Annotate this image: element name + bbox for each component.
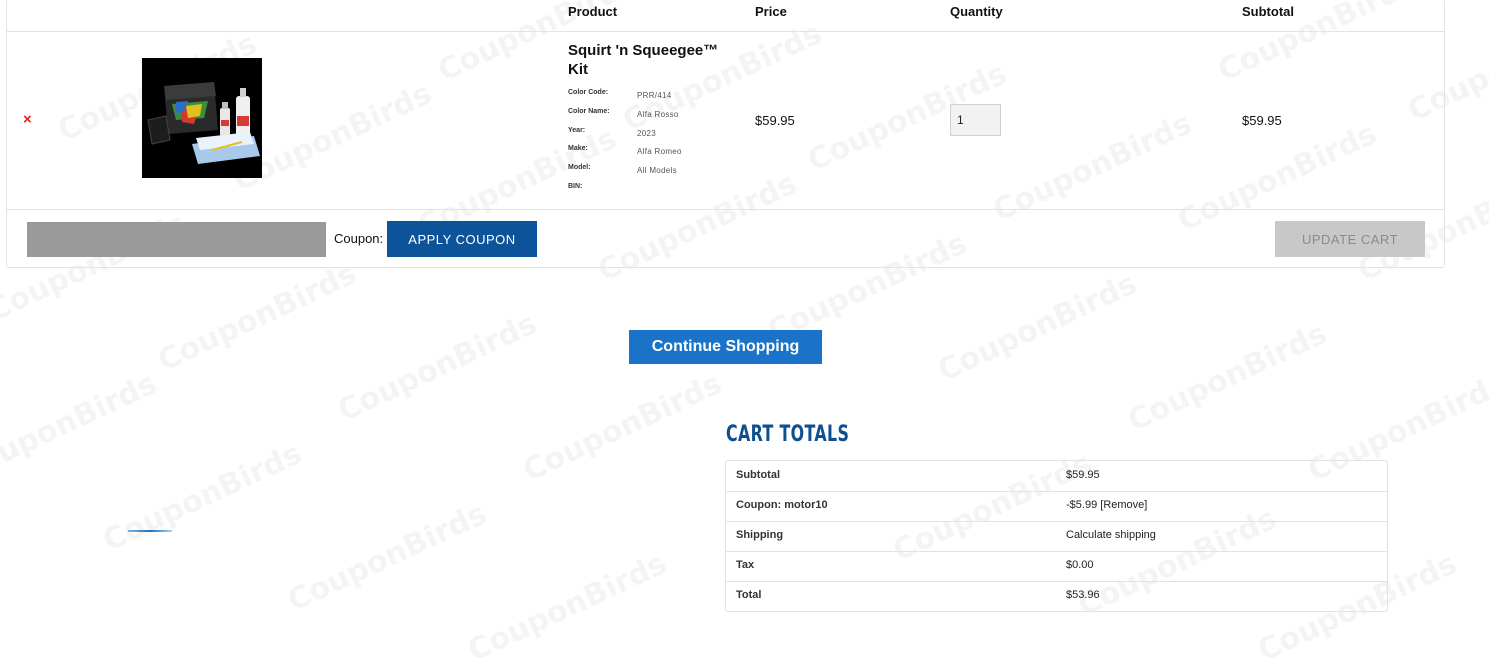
totals-label: Total bbox=[736, 589, 762, 601]
continue-shopping-button[interactable]: Continue Shopping bbox=[629, 330, 822, 364]
item-subtotal: $59.95 bbox=[1242, 113, 1282, 128]
coupon-discount-value: -$5.99 bbox=[1066, 499, 1098, 511]
attribute-key: BIN: bbox=[568, 182, 583, 190]
watermark: CouponBirds bbox=[518, 366, 727, 488]
totals-row-shipping: Shipping Calculate shipping bbox=[726, 521, 1387, 552]
totals-label: Coupon: motor10 bbox=[736, 499, 828, 511]
watermark: CouponBirds bbox=[283, 496, 492, 618]
column-header-product: Product bbox=[568, 4, 618, 19]
attribute-key: Make: bbox=[568, 145, 588, 153]
cart-table: Product Price Quantity Subtotal × Squirt… bbox=[6, 0, 1445, 268]
watermark: CouponBirds bbox=[463, 546, 672, 668]
watermark: CouponBirds bbox=[1123, 316, 1332, 438]
header-divider bbox=[7, 31, 1444, 32]
attribute-value: All Models bbox=[637, 166, 677, 176]
row-divider bbox=[7, 209, 1444, 210]
attribute-row: Model: All Models bbox=[568, 164, 748, 183]
watermark: CouponBirds bbox=[153, 256, 362, 378]
cart-totals-title: CART TOTALS bbox=[726, 422, 850, 447]
watermark: CouponBirds bbox=[0, 366, 162, 488]
totals-label: Subtotal bbox=[736, 469, 780, 481]
attribute-row: Year: 2023 bbox=[568, 127, 748, 146]
watermark: CouponBirds bbox=[933, 266, 1142, 388]
totals-value: -$5.99 [Remove] bbox=[1066, 499, 1147, 511]
attribute-row: Make: Alfa Romeo bbox=[568, 145, 748, 164]
apply-coupon-button[interactable]: APPLY COUPON bbox=[387, 221, 537, 257]
column-header-quantity: Quantity bbox=[950, 4, 1003, 19]
cart-totals-table: Subtotal $59.95 Coupon: motor10 -$5.99 [… bbox=[725, 460, 1388, 612]
attribute-row: Color Code: PRR/414 bbox=[568, 89, 748, 108]
attribute-value: Alfa Romeo bbox=[637, 147, 682, 157]
product-thumbnail[interactable] bbox=[142, 58, 262, 178]
loading-indicator bbox=[128, 530, 172, 532]
product-attributes: Color Code: PRR/414 Color Name: Alfa Ros… bbox=[568, 89, 748, 202]
attribute-value: Alfa Rosso bbox=[637, 109, 679, 119]
totals-label: Shipping bbox=[736, 529, 784, 541]
attribute-value: PRR/414 bbox=[637, 91, 672, 100]
update-cart-button[interactable]: UPDATE CART bbox=[1275, 221, 1425, 257]
totals-value: $0.00 bbox=[1066, 559, 1094, 571]
totals-label: Tax bbox=[736, 559, 755, 571]
calculate-shipping-link[interactable]: Calculate shipping bbox=[1066, 529, 1156, 541]
column-header-subtotal: Subtotal bbox=[1242, 4, 1294, 19]
attribute-key: Color Name: bbox=[568, 107, 610, 115]
product-name-link[interactable]: Squirt 'n Squeegee™ Kit bbox=[568, 41, 738, 79]
remove-coupon-link[interactable]: [Remove] bbox=[1100, 499, 1147, 511]
coupon-label: Coupon: bbox=[334, 231, 384, 246]
watermark: CouponBirds bbox=[333, 306, 542, 428]
column-header-price: Price bbox=[755, 4, 787, 19]
totals-row-coupon: Coupon: motor10 -$5.99 [Remove] bbox=[726, 491, 1387, 522]
attribute-row: BIN: bbox=[568, 183, 748, 202]
watermark: CouponBirds bbox=[98, 436, 307, 558]
quantity-input[interactable] bbox=[950, 104, 1001, 136]
attribute-key: Model: bbox=[568, 164, 591, 172]
coupon-code-input[interactable] bbox=[27, 222, 326, 257]
attribute-row: Color Name: Alfa Rosso bbox=[568, 108, 748, 127]
totals-value: $53.96 bbox=[1066, 589, 1100, 601]
totals-value: $59.95 bbox=[1066, 469, 1100, 481]
remove-item-icon[interactable]: × bbox=[23, 112, 35, 127]
product-kit-image bbox=[142, 58, 262, 178]
totals-row-subtotal: Subtotal $59.95 bbox=[726, 461, 1387, 492]
totals-row-total: Total $53.96 bbox=[726, 581, 1387, 611]
totals-row-tax: Tax $0.00 bbox=[726, 551, 1387, 582]
attribute-value: 2023 bbox=[637, 128, 656, 138]
attribute-key: Year: bbox=[568, 126, 586, 134]
attribute-key: Color Code: bbox=[568, 89, 609, 96]
item-price: $59.95 bbox=[755, 113, 795, 128]
